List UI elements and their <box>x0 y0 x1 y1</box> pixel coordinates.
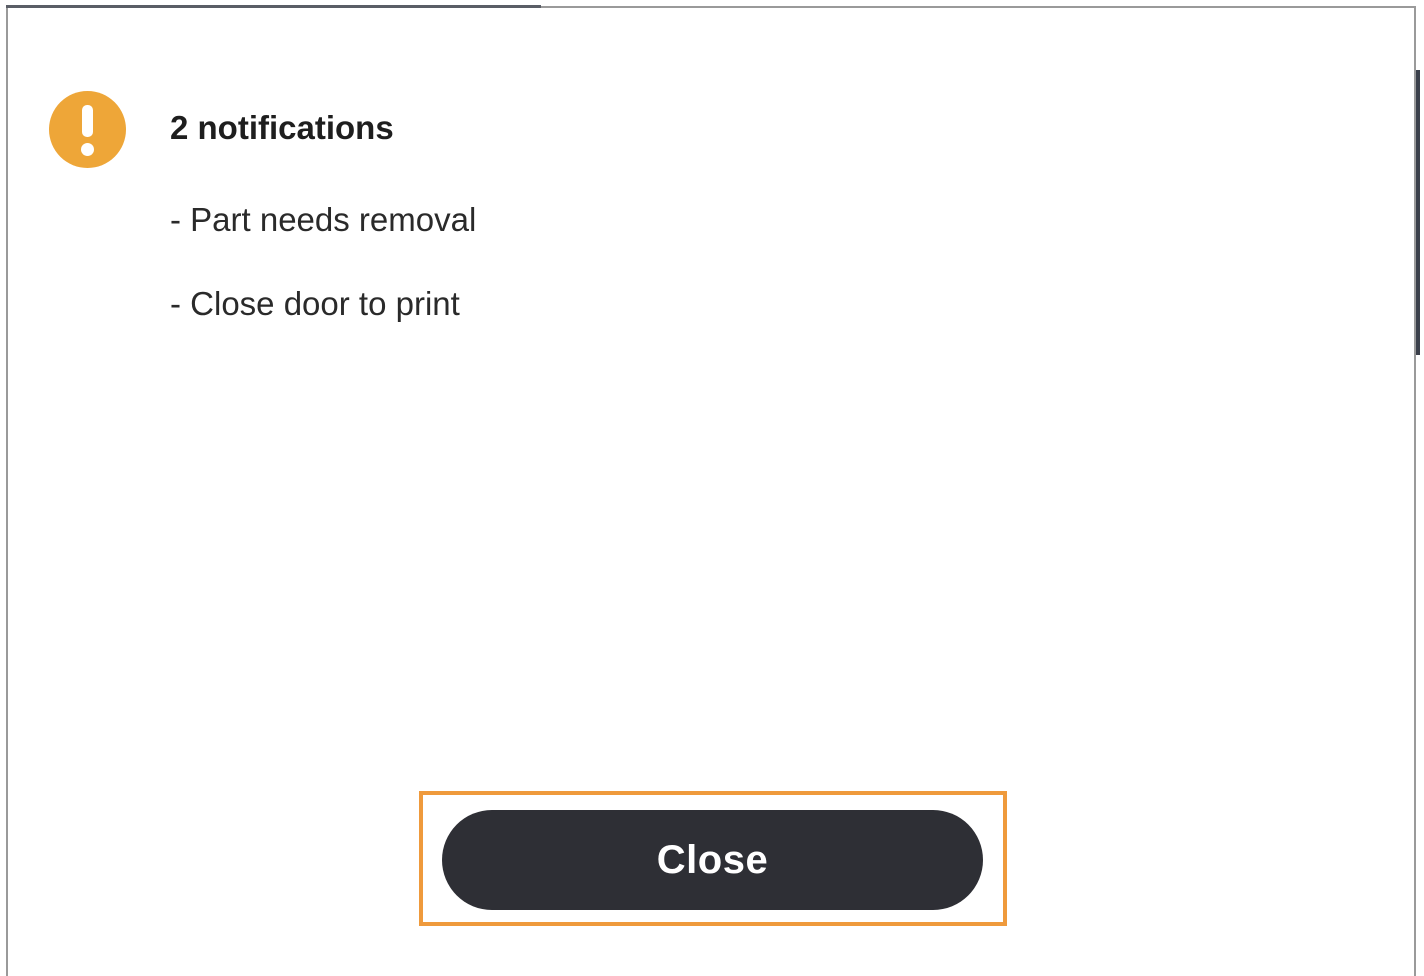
window-edge-shadow <box>1416 70 1420 355</box>
dialog-title: 2 notifications <box>170 109 394 146</box>
notification-message: - Close door to print <box>170 285 460 322</box>
notification-message: - Part needs removal <box>170 201 477 238</box>
warning-icon-dot <box>81 143 94 156</box>
window-top-accent <box>6 5 541 8</box>
close-button[interactable]: Close <box>442 810 983 910</box>
warning-icon-bar <box>82 105 93 137</box>
warning-icon <box>49 91 126 168</box>
